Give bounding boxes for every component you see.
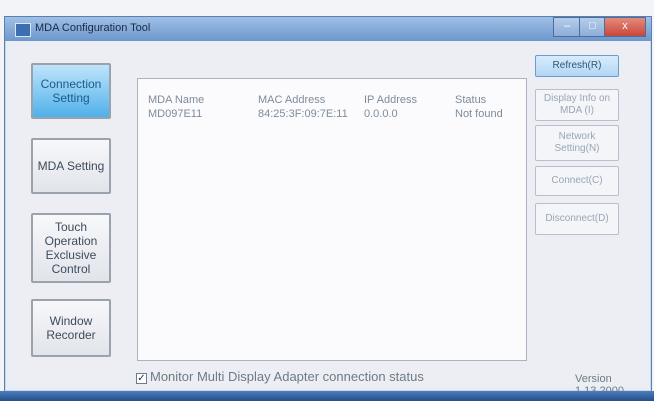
cell-status[interactable]: Not found <box>455 108 503 120</box>
window-recorder-label: Window Recorder <box>46 314 96 342</box>
network-setting-button[interactable]: Network Setting(N) <box>535 125 619 161</box>
refresh-button[interactable]: Refresh(R) <box>535 55 619 77</box>
mda-setting-button[interactable]: MDA Setting <box>31 138 111 194</box>
connection-setting-button[interactable]: Connection Setting <box>31 63 111 119</box>
cell-ip-address[interactable]: 0.0.0.0 <box>364 108 398 120</box>
taskbar <box>0 391 654 401</box>
touch-operation-button[interactable]: Touch Operation Exclusive Control <box>31 213 111 283</box>
window-recorder-button[interactable]: Window Recorder <box>31 299 111 357</box>
disconnect-label: Disconnect(D) <box>545 213 609 224</box>
monitor-checkbox-label: Monitor Multi Display Adapter connection… <box>150 369 424 384</box>
maximize-button[interactable]: □ <box>579 17 605 37</box>
mda-list[interactable]: MDA Name MAC Address IP Address Status M… <box>137 78 527 361</box>
column-header-mda-name[interactable]: MDA Name <box>148 94 204 106</box>
connection-setting-label: Connection Setting <box>40 77 102 105</box>
column-header-ip-address[interactable]: IP Address <box>364 94 417 106</box>
display-info-button[interactable]: Display Info on MDA (I) <box>535 89 619 121</box>
app-window: MDA Configuration Tool – □ x Connection … <box>4 16 652 397</box>
cell-mac-address[interactable]: 84:25:3F:09:7E:11 <box>258 108 348 120</box>
column-header-status[interactable]: Status <box>455 94 486 106</box>
refresh-label: Refresh(R) <box>552 60 602 71</box>
column-header-mac-address[interactable]: MAC Address <box>258 94 325 106</box>
disconnect-button[interactable]: Disconnect(D) <box>535 203 619 235</box>
connect-label: Connect(C) <box>551 175 603 186</box>
touch-operation-label: Touch Operation Exclusive Control <box>44 220 98 276</box>
monitor-checkbox[interactable]: ✓ <box>136 373 147 384</box>
close-button[interactable]: x <box>604 17 646 37</box>
connect-button[interactable]: Connect(C) <box>535 166 619 196</box>
minimize-button[interactable]: – <box>553 17 580 37</box>
display-info-label: Display Info on MDA (I) <box>543 93 611 116</box>
mda-setting-label: MDA Setting <box>37 159 105 173</box>
titlebar: MDA Configuration Tool – □ x <box>5 17 651 41</box>
app-icon <box>15 23 31 37</box>
window-client-area: Connection Setting MDA Setting Touch Ope… <box>9 41 647 397</box>
window-title: MDA Configuration Tool <box>35 22 151 34</box>
cell-mda-name[interactable]: MD097E11 <box>148 108 202 120</box>
network-setting-label: Network Setting(N) <box>554 131 600 154</box>
